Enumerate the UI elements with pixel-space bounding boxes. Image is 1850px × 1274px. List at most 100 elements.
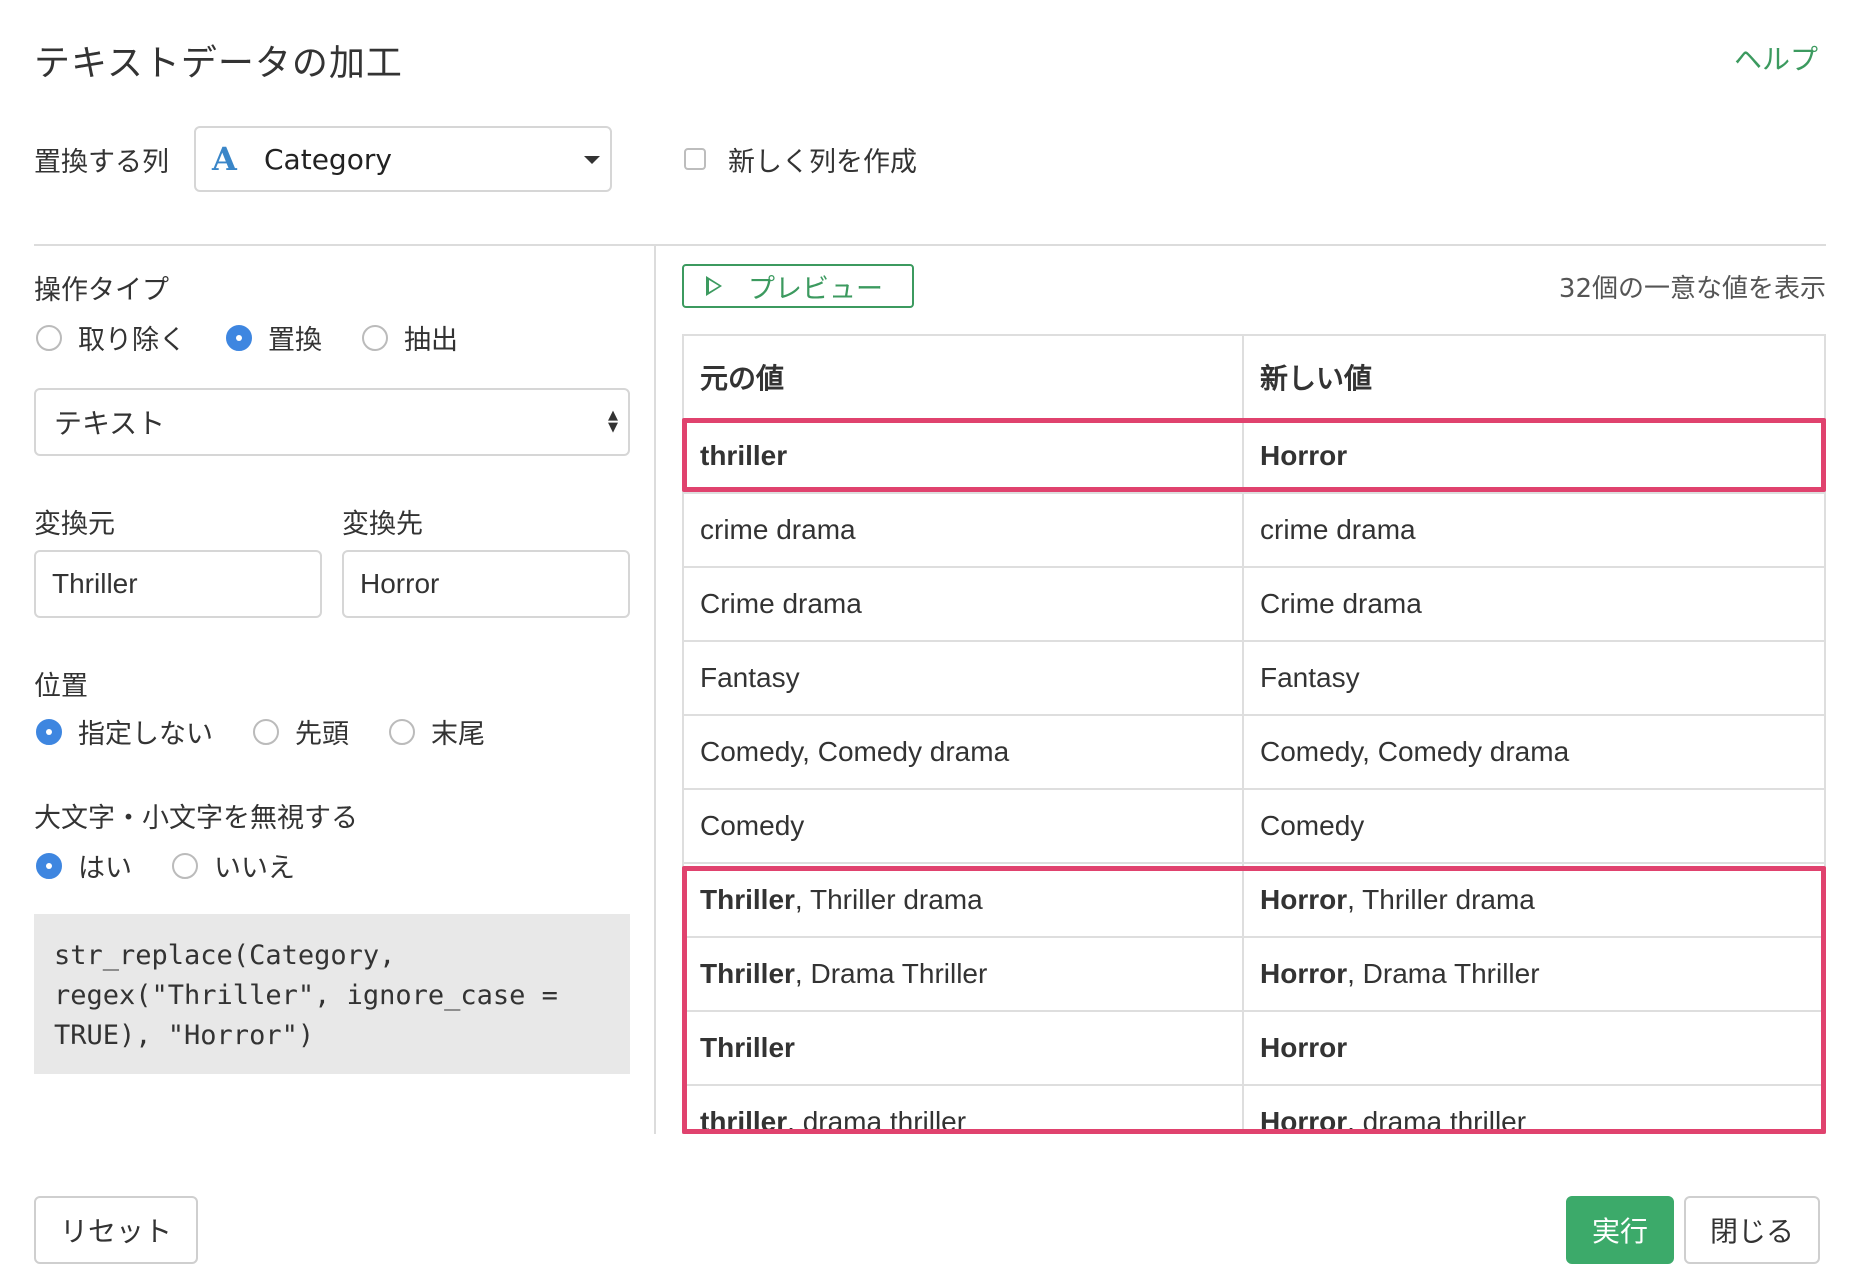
radio-extract[interactable] bbox=[362, 324, 388, 351]
radio-remove[interactable] bbox=[36, 324, 62, 351]
preview-table: 元の値 新しい値 thriller Horror crime drama crime … bbox=[682, 334, 1826, 1134]
position-end-label: 末尾 bbox=[431, 719, 485, 750]
new-column-option[interactable]: 新しく列を作成 bbox=[684, 140, 917, 179]
original-value-cell: Crime drama bbox=[682, 566, 1244, 642]
matched-text: Horror bbox=[1260, 958, 1348, 989]
original-value-cell: Comedy bbox=[682, 788, 1244, 864]
matched-text: thriller bbox=[700, 440, 788, 471]
replace-from-label: 変換元 bbox=[34, 509, 115, 540]
cell-text: Fantasy bbox=[1260, 662, 1360, 693]
cell-text: , Drama Thriller bbox=[1347, 958, 1540, 989]
matched-text: Horror bbox=[1260, 1106, 1348, 1134]
matched-text: Thriller bbox=[700, 958, 795, 989]
table-header-row: 元の値 新しい値 bbox=[682, 334, 1826, 420]
operation-replace-option[interactable]: 置換 bbox=[226, 318, 322, 357]
operation-replace-label: 置換 bbox=[268, 325, 322, 356]
operation-remove-option[interactable]: 取り除く bbox=[36, 318, 186, 357]
matched-text: Thriller bbox=[700, 1032, 795, 1063]
vertical-divider bbox=[654, 246, 656, 1134]
cell-text: Fantasy bbox=[700, 662, 800, 693]
position-start-option[interactable]: 先頭 bbox=[253, 712, 349, 751]
new-value-cell: Comedy, Comedy drama bbox=[1242, 714, 1826, 790]
updown-arrow-icon: ▲ ▼ bbox=[608, 408, 618, 435]
table-row: Thriller , Drama Thriller Horror, Drama Th… bbox=[682, 936, 1826, 1012]
table-row: thriller Horror bbox=[682, 418, 1826, 494]
horizontal-divider bbox=[34, 244, 1826, 246]
generated-code: str_replace(Category, regex("Thriller", … bbox=[34, 914, 630, 1074]
radio-ignore-yes[interactable] bbox=[36, 852, 62, 879]
position-radios: 指定しない 先頭 末尾 bbox=[36, 712, 525, 751]
table-row: crime drama crime drama bbox=[682, 492, 1826, 568]
operation-remove-label: 取り除く bbox=[78, 325, 186, 356]
matched-text: thriller bbox=[700, 1106, 788, 1134]
position-start-label: 先頭 bbox=[295, 719, 349, 750]
cell-text: Comedy bbox=[700, 810, 805, 841]
replace-to-label: 変換先 bbox=[342, 509, 423, 540]
operation-extract-option[interactable]: 抽出 bbox=[362, 318, 458, 357]
reset-button[interactable]: リセット bbox=[34, 1196, 198, 1264]
new-value-cell: Horror bbox=[1242, 1010, 1826, 1086]
original-value-cell: Comedy, Comedy drama bbox=[682, 714, 1244, 790]
new-value-cell: Comedy bbox=[1242, 788, 1826, 864]
preview-button[interactable]: プレビュー bbox=[682, 264, 914, 308]
replace-to-input[interactable] bbox=[342, 550, 630, 618]
cell-text: , Thriller drama bbox=[1347, 884, 1535, 915]
caret-down-icon bbox=[584, 156, 600, 164]
run-button[interactable]: 実行 bbox=[1566, 1196, 1674, 1264]
original-value-cell: thriller bbox=[682, 418, 1244, 494]
new-value-cell: crime drama bbox=[1242, 492, 1826, 568]
header-new-value: 新しい値 bbox=[1242, 334, 1826, 420]
position-none-label: 指定しない bbox=[78, 719, 213, 750]
ignore-case-no-label: いいえ bbox=[214, 853, 295, 884]
cell-text: Crime drama bbox=[1260, 588, 1422, 619]
radio-replace[interactable] bbox=[226, 324, 252, 351]
cell-text: crime drama bbox=[1260, 514, 1416, 545]
cell-text: , drama thriller bbox=[787, 1106, 967, 1134]
help-link[interactable]: ヘルプ bbox=[1734, 38, 1818, 78]
radio-position-end[interactable] bbox=[389, 718, 415, 745]
original-value-cell: thriller, drama thriller bbox=[682, 1084, 1244, 1134]
position-end-option[interactable]: 末尾 bbox=[389, 712, 485, 751]
ignore-case-yes-option[interactable]: はい bbox=[36, 846, 132, 885]
cell-text: , Thriller drama bbox=[794, 884, 983, 915]
new-value-cell: Horror bbox=[1242, 418, 1826, 494]
column-label: 置換する列 bbox=[34, 146, 169, 178]
unique-count-text: 32個の一意な値を表示 bbox=[1558, 274, 1826, 304]
radio-position-none[interactable] bbox=[36, 718, 62, 745]
preview-table-container[interactable]: 元の値 新しい値 thriller Horror crime drama crime … bbox=[682, 334, 1826, 1134]
position-label: 位置 bbox=[34, 671, 88, 702]
match-type-select[interactable]: テキスト ▲ ▼ bbox=[34, 388, 630, 456]
close-button[interactable]: 閉じる bbox=[1684, 1196, 1820, 1264]
table-row: Thriller, Thriller drama Horror, Thriller… bbox=[682, 862, 1826, 938]
match-type-value: テキスト bbox=[54, 407, 166, 440]
radio-position-start[interactable] bbox=[253, 718, 279, 745]
original-value-cell: crime drama bbox=[682, 492, 1244, 568]
operation-type-radios: 取り除く 置換 抽出 bbox=[36, 318, 498, 357]
cell-text: crime drama bbox=[700, 514, 856, 545]
ignore-case-radios: はい いいえ bbox=[36, 846, 335, 885]
table-row: Comedy, Comedy drama Comedy, Comedy drama bbox=[682, 714, 1826, 790]
radio-ignore-no[interactable] bbox=[172, 852, 198, 879]
column-select[interactable]: A Category bbox=[194, 126, 612, 192]
operation-type-label: 操作タイプ bbox=[34, 275, 169, 306]
original-value-cell: Fantasy bbox=[682, 640, 1244, 716]
cell-text: , drama thriller bbox=[1347, 1106, 1527, 1134]
table-row: Comedy Comedy bbox=[682, 788, 1826, 864]
new-value-cell: Fantasy bbox=[1242, 640, 1826, 716]
table-row: Thriller Horror bbox=[682, 1010, 1826, 1086]
new-value-cell: Horror, Drama Thriller bbox=[1242, 936, 1826, 1012]
cell-text: Comedy bbox=[1260, 810, 1365, 841]
text-type-icon: A bbox=[212, 140, 237, 178]
table-row: Fantasy Fantasy bbox=[682, 640, 1826, 716]
header-original-value: 元の値 bbox=[682, 334, 1244, 420]
replace-from-input[interactable] bbox=[34, 550, 322, 618]
position-none-option[interactable]: 指定しない bbox=[36, 712, 213, 751]
ignore-case-no-option[interactable]: いいえ bbox=[172, 846, 295, 885]
cell-text: Crime drama bbox=[700, 588, 862, 619]
preview-button-label: プレビュー bbox=[748, 273, 883, 305]
original-value-cell: Thriller, Thriller drama bbox=[682, 862, 1244, 938]
matched-text: Horror bbox=[1260, 884, 1348, 915]
matched-text: Horror bbox=[1260, 1032, 1348, 1063]
new-column-checkbox[interactable] bbox=[684, 148, 706, 170]
play-icon bbox=[706, 276, 722, 296]
